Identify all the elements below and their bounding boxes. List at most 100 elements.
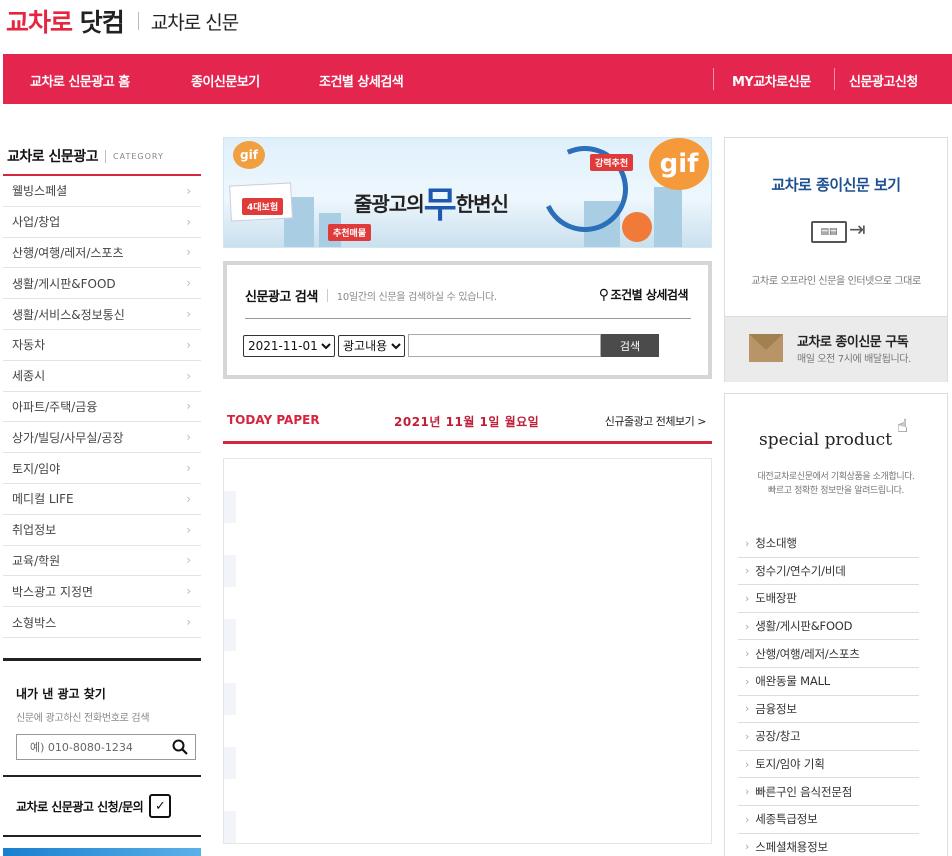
category-item[interactable]: 사업/창업 ›	[3, 207, 201, 238]
chevron-right-icon: ›	[745, 619, 750, 633]
phone-search-box	[16, 734, 196, 760]
chevron-right-icon: ›	[186, 491, 191, 506]
chevron-right-icon: ›	[186, 337, 191, 352]
subscribe-box[interactable]: 교차로 종이신문 구독 매일 오전 7시에 배달됩니다.	[725, 316, 947, 382]
search-header-divider	[326, 289, 328, 302]
nav-paper-view[interactable]: 종이신문보기	[191, 71, 260, 90]
category-item[interactable]: 토지/임야 ›	[3, 453, 201, 484]
special-title: special product	[759, 430, 893, 450]
category-item[interactable]: 소형박스 ›	[3, 607, 201, 638]
nav-ad-request[interactable]: 신문광고신청	[849, 71, 918, 90]
chevron-right-icon: ›	[745, 757, 750, 771]
chevron-right-icon: ›	[186, 584, 191, 599]
advanced-search-link[interactable]: ⚲ 조건별 상세검색	[598, 286, 689, 303]
special-item[interactable]: › 청소대행	[738, 530, 919, 558]
special-list: › 청소대행 › 정수기/연수기/비데 › 도배장판 › 생활/게시판&FOOD › 산행/여행/…	[738, 530, 919, 856]
special-item[interactable]: › 산행/여행/레저/스포츠	[738, 640, 919, 668]
special-item-label: 스페셜채용정보	[755, 839, 828, 854]
chevron-right-icon: ›	[186, 553, 191, 568]
chevron-right-icon: ›	[745, 591, 750, 605]
special-item-label: 애완동물 MALL	[755, 674, 830, 689]
phone-search-input[interactable]	[30, 740, 160, 754]
special-item[interactable]: › 토지/임야 기획	[738, 751, 919, 779]
category-item[interactable]: 취업정보 ›	[3, 515, 201, 546]
logo-brand: 교차로 닷컴	[6, 8, 125, 37]
banner-headline: 줄광고의무한변신	[354, 185, 509, 226]
special-item-label: 정수기/연수기/비데	[755, 563, 846, 578]
main-nav: 교차로 신문광고 홈 종이신문보기 조건별 상세검색 MY교차로신문 신문광고신…	[3, 54, 952, 104]
paper-view-desc: 교차로 오프라인 신문을 인터넷으로 그대로	[751, 276, 921, 287]
search-button[interactable]: 검색	[601, 334, 659, 357]
category-item[interactable]: 박스광고 지정면 ›	[3, 576, 201, 608]
keyword-input[interactable]	[408, 334, 601, 357]
date-select[interactable]: 2021-11-01	[243, 334, 335, 357]
category-item[interactable]: 자동차 ›	[3, 330, 201, 361]
category-item[interactable]: 세종시 ›	[3, 361, 201, 392]
type-select[interactable]: 광고내용	[338, 334, 405, 357]
special-item[interactable]: › 생활/게시판&FOOD	[738, 613, 919, 641]
chevron-right-icon: ›	[186, 399, 191, 414]
special-item[interactable]: › 빠른구인 음식전문점	[738, 778, 919, 806]
chevron-right-icon: ›	[186, 368, 191, 383]
special-item[interactable]: › 세종특급정보	[738, 806, 919, 834]
chevron-right-icon: ›	[745, 840, 750, 854]
special-item-label: 공장/창고	[755, 729, 801, 744]
ad-request-link[interactable]: 교차로 신문광고 신청/문의 ✓	[3, 775, 201, 837]
banner-tag: 4대보험	[242, 198, 284, 215]
category-item-label: 상가/빌딩/사무실/공장	[12, 430, 124, 445]
chevron-right-icon: ›	[745, 564, 750, 578]
promo-banner[interactable]: 줄광고의무한변신 gif gif 강력추천 4대보험 추천매물	[223, 137, 712, 248]
special-item[interactable]: › 정수기/연수기/비데	[738, 558, 919, 586]
category-item[interactable]: 생활/게시판&FOOD ›	[3, 268, 201, 300]
nav-divider	[713, 68, 714, 90]
left-bottom-banner[interactable]	[3, 848, 201, 856]
special-item[interactable]: › 스페셜채용정보	[738, 834, 919, 856]
category-item[interactable]: 상가/빌딩/사무실/공장 ›	[3, 422, 201, 454]
category-item[interactable]: 교육/학원 ›	[3, 546, 201, 577]
chevron-right-icon: ›	[186, 430, 191, 445]
subscribe-desc: 매일 오전 7시에 배달됩니다.	[797, 354, 911, 365]
category-item[interactable]: 생활/서비스&정보통신 ›	[3, 299, 201, 330]
today-paper-content	[223, 458, 712, 844]
category-item-label: 생활/게시판&FOOD	[12, 276, 116, 291]
chevron-right-icon: ›	[745, 812, 750, 826]
advanced-search-label: 조건별 상세검색	[610, 288, 689, 302]
category-item-label: 교육/학원	[12, 553, 61, 568]
category-item-label: 세종시	[12, 369, 46, 384]
special-item[interactable]: › 애완동물 MALL	[738, 668, 919, 696]
nav-divider	[834, 68, 835, 90]
special-item[interactable]: › 공장/창고	[738, 723, 919, 751]
special-item[interactable]: › 도배장판	[738, 585, 919, 613]
paper-view-title: 교차로 종이신문 보기	[771, 176, 901, 194]
my-ad-finder: 내가 낸 광고 찾기 신문에 광고하신 전화번호로 검색	[3, 658, 201, 760]
chevron-right-icon: ›	[186, 245, 191, 260]
category-item[interactable]: 산행/여행/레저/스포츠 ›	[3, 238, 201, 269]
category-item[interactable]: 메디컬 LIFE ›	[3, 484, 201, 515]
special-item[interactable]: › 금융정보	[738, 696, 919, 724]
special-item-label: 토지/임야 기획	[755, 757, 825, 772]
nav-my[interactable]: MY교차로신문	[732, 71, 811, 90]
chevron-right-icon: ›	[745, 674, 750, 688]
paper-view-box[interactable]: 교차로 종이신문 보기 ▤▤ ⇥ 교차로 오프라인 신문을 인터넷으로 그대로 …	[724, 137, 948, 382]
header-divider	[105, 149, 107, 163]
site-logo[interactable]: 교차로 닷컴 교차로 신문	[6, 4, 239, 38]
gif-badge: gif	[233, 141, 265, 169]
search-icon: ⚲	[598, 286, 609, 303]
special-item-label: 빠른구인 음식전문점	[755, 784, 853, 799]
category-item[interactable]: 웰빙스페셜 ›	[3, 176, 201, 207]
chevron-right-icon: ›	[745, 647, 750, 661]
search-icon[interactable]	[172, 739, 188, 755]
today-label: TODAY PAPER	[227, 413, 320, 427]
category-item-label: 산행/여행/레저/스포츠	[12, 245, 124, 260]
content-placeholder	[224, 555, 236, 587]
category-item-label: 사업/창업	[12, 215, 61, 230]
special-desc: 대전교차로신문에서 기획상품을 소개합니다. 빠르고 정확한 정보만을 알려드립니…	[757, 472, 915, 496]
special-item-label: 청소대행	[755, 536, 797, 551]
chevron-right-icon: ›	[745, 729, 750, 743]
category-item[interactable]: 아파트/주택/금융 ›	[3, 392, 201, 423]
view-all-link[interactable]: 신규줄광고 전체보기 >	[605, 413, 707, 429]
clipboard-check-icon: ✓	[149, 794, 172, 818]
nav-advanced-search[interactable]: 조건별 상세검색	[319, 71, 404, 90]
arrow-right-icon: ⇥	[849, 217, 866, 241]
nav-home[interactable]: 교차로 신문광고 홈	[30, 71, 130, 90]
